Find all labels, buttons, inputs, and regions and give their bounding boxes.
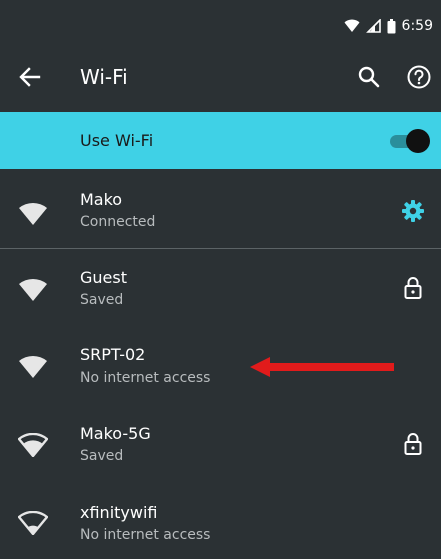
network-status: No internet access (80, 527, 211, 543)
back-arrow-icon[interactable] (16, 63, 44, 91)
network-name: SRPT-02 (80, 345, 146, 364)
help-icon[interactable] (406, 64, 432, 90)
wifi-settings-screen: 6:59 Wi-Fi Use Wi-Fi Mako Connected Gues… (0, 0, 441, 559)
app-bar: Wi-Fi (0, 42, 441, 112)
settings-gear-icon[interactable] (400, 198, 426, 224)
search-icon[interactable] (356, 64, 382, 90)
lock-icon (404, 277, 422, 299)
network-name: xfinitywifi (80, 503, 158, 522)
cell-signal-icon (365, 19, 381, 33)
wifi-weak-signal-icon (18, 511, 48, 535)
page-title: Wi-Fi (80, 65, 128, 89)
network-name: Mako (80, 190, 123, 209)
wifi-full-signal-icon (19, 278, 47, 301)
lock-icon (404, 433, 422, 455)
use-wifi-toggle[interactable] (390, 129, 430, 153)
use-wifi-label: Use Wi-Fi (80, 131, 154, 150)
network-name: Guest (80, 268, 127, 287)
network-item-xfinitywifi[interactable]: xfinitywifi No internet access (0, 483, 441, 559)
red-arrow-icon (250, 357, 394, 377)
battery-icon (387, 18, 396, 33)
network-status: Saved (80, 448, 124, 464)
network-item-mako[interactable]: Mako Connected (0, 169, 441, 245)
wifi-full-signal-icon (19, 202, 47, 225)
network-item-mako-5g[interactable]: Mako-5G Saved (0, 405, 441, 481)
network-item-guest[interactable]: Guest Saved (0, 249, 441, 325)
toggle-knob (406, 129, 430, 153)
use-wifi-row[interactable]: Use Wi-Fi (0, 112, 441, 169)
wifi-good-signal-icon (18, 433, 48, 457)
status-time: 6:59 (401, 18, 433, 34)
status-bar: 6:59 (0, 0, 441, 42)
network-name: Mako-5G (80, 424, 151, 443)
status-icons: 6:59 (344, 17, 433, 35)
network-status: Saved (80, 292, 124, 308)
network-status: Connected (80, 214, 156, 230)
wifi-signal-icon (344, 19, 360, 32)
wifi-full-signal-icon (19, 355, 47, 378)
network-status: No internet access (80, 370, 211, 386)
